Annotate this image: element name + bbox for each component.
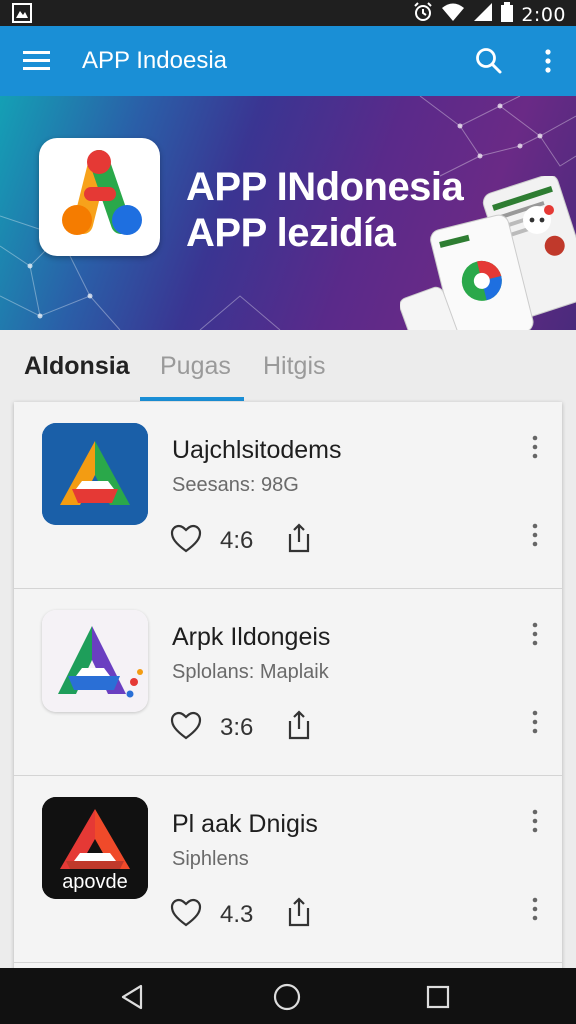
status-bar: 2:00 [0,0,576,26]
app-subtitle: Splolans: Maplaik [172,661,329,683]
app-name: Arpk Ildongeis [172,623,331,651]
battery-icon [501,2,514,27]
menu-icon[interactable] [22,48,52,74]
phones-illustration [400,176,576,330]
tab-pugas[interactable]: Pugas [160,352,231,381]
alarm-icon [413,2,433,27]
app-subtitle: Seesans: 98G [172,474,299,496]
app-rating: 4.3 [220,901,254,928]
back-icon[interactable] [119,983,145,1016]
list-item[interactable]: Uajchlsitodems Seesans: 98G 4:6 [14,402,562,589]
share-icon[interactable] [286,709,312,741]
more-vert-icon[interactable] [530,522,540,548]
gallery-icon [12,3,32,28]
app-rating: 3:6 [220,714,254,741]
app-name: Uajchlsitodems [172,436,342,464]
search-icon[interactable] [474,46,504,76]
app-list: Uajchlsitodems Seesans: 98G 4:6 Arpk Ild… [14,402,562,972]
share-icon[interactable] [286,522,312,554]
banner-app-logo [39,138,160,256]
tab-aldonsia[interactable]: Aldonsia [24,352,130,381]
tab-indicator [140,397,244,401]
app-rating: 4:6 [220,527,254,554]
list-item[interactable]: Arpk Ildongeis Splolans: Maplaik 3:6 [14,589,562,776]
promo-banner[interactable]: APP INdonesia APP lezidía [0,96,576,330]
tab-bar: Aldonsia Pugas Hitgis [0,330,576,402]
home-icon[interactable] [272,982,302,1017]
more-vert-icon[interactable] [530,896,540,922]
app-title: APP Indoesia [82,47,227,74]
app-icon-text: apovde [62,871,128,893]
app-icon [42,423,148,525]
notification-dot [544,205,554,215]
screen: 2:00 APP Indoesia APP INdonesia APP lezi… [0,0,576,1024]
share-icon[interactable] [286,896,312,928]
app-subtitle: Siphlens [172,848,249,870]
app-name: Pl aak Dnigis [172,810,318,838]
heart-icon[interactable] [170,898,202,928]
heart-icon[interactable] [170,711,202,741]
heart-icon[interactable] [170,524,202,554]
wifi-icon [441,2,465,27]
app-icon [42,610,148,712]
app-bar: APP Indoesia [0,26,576,96]
signal-icon [473,2,493,27]
tab-hitgis[interactable]: Hitgis [263,352,326,381]
app-icon: apovde [42,797,148,899]
more-vert-icon[interactable] [530,808,540,834]
status-time: 2:00 [521,3,566,26]
more-vert-icon[interactable] [530,434,540,460]
list-item[interactable]: apovde Pl aak Dnigis Siphlens 4.3 [14,776,562,963]
more-vert-icon[interactable] [530,621,540,647]
more-vert-icon[interactable] [530,709,540,735]
recents-icon[interactable] [426,985,450,1014]
more-vert-icon[interactable] [538,46,558,76]
navigation-bar [0,968,576,1024]
